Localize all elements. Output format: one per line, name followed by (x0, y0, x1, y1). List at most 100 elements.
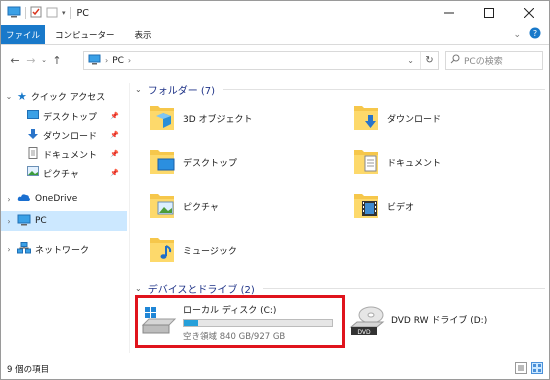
chevron-right-icon[interactable]: › (105, 56, 108, 65)
details-view-icon[interactable] (515, 362, 527, 377)
nav-onedrive[interactable]: › OneDrive (1, 189, 127, 209)
folder-label: デスクトップ (183, 159, 238, 169)
nav-label: ダウンロード (43, 131, 98, 142)
desktop-folder-icon (149, 147, 175, 178)
new-folder-icon[interactable] (46, 6, 58, 21)
search-placeholder: PCの検索 (464, 57, 503, 67)
dvd-drive-icon: DVD (349, 305, 385, 340)
drive-d[interactable]: DVD DVD RW ドライブ (D:) (349, 305, 487, 340)
expand-ribbon-icon[interactable]: ⌄ (513, 30, 521, 40)
maximize-button[interactable] (469, 1, 509, 25)
navigation-bar: ← → ⌄ ↑ › PC › ⌄ ↻ PCの検索 (1, 46, 549, 74)
nav-item-documents[interactable]: ドキュメント 📌 (1, 144, 127, 164)
folder-pictures[interactable]: ピクチャ (149, 191, 219, 222)
folder-label: ミュージック (183, 247, 237, 257)
chevron-down-icon: ⌄ (41, 56, 47, 64)
recent-locations-button[interactable]: ⌄ (39, 56, 49, 64)
folder-videos[interactable]: ビデオ (353, 191, 414, 222)
folder-3d-objects[interactable]: 3D オブジェクト (149, 103, 253, 134)
navigation-pane: ⌄ ★ クイック アクセス デスクトップ 📌 ダウンロード 📌 ドキュメント 📌… (1, 83, 129, 355)
folder-desktop[interactable]: デスクトップ (149, 147, 237, 178)
nav-label: ネットワーク (35, 245, 90, 256)
folder-label: 3D オブジェクト (183, 115, 253, 125)
computer-icon (7, 6, 21, 21)
up-button[interactable]: ↑ (49, 54, 65, 67)
help-icon[interactable]: ? (529, 27, 541, 42)
videos-folder-icon (353, 191, 379, 222)
folder-documents[interactable]: ドキュメント (353, 147, 441, 178)
pin-icon[interactable]: 📌 (110, 112, 119, 120)
folder-label: ピクチャ (183, 203, 219, 213)
address-bar[interactable]: › PC › ⌄ ↻ (83, 51, 439, 70)
pin-icon[interactable]: 📌 (110, 150, 119, 158)
separator (69, 7, 71, 19)
computer-icon (88, 54, 101, 68)
collapsed-chevron-icon[interactable]: › (1, 217, 17, 226)
item-count: 9 個の項目 (7, 365, 50, 375)
close-button[interactable] (509, 1, 549, 25)
pin-icon[interactable]: 📌 (110, 169, 119, 177)
drive-name: DVD RW ドライブ (D:) (391, 316, 488, 326)
forward-button[interactable]: → (23, 54, 39, 67)
tab-computer[interactable]: コンピューター (45, 25, 125, 44)
group-header-folders[interactable]: ⌄ フォルダー (7) (135, 82, 545, 97)
collapsed-chevron-icon[interactable]: › (1, 245, 17, 254)
document-icon (27, 146, 39, 162)
nav-label: クイック アクセス (30, 92, 106, 103)
tab-file[interactable]: ファイル (1, 25, 45, 44)
folder-label: ビデオ (387, 203, 415, 213)
pictures-icon (27, 166, 39, 180)
expanded-chevron-icon[interactable]: ⌄ (1, 92, 17, 101)
collapsed-chevron-icon[interactable]: › (1, 195, 17, 204)
nav-quick-access[interactable]: ⌄ ★ クイック アクセス (1, 86, 127, 106)
up-arrow-icon: ↑ (52, 53, 62, 67)
refresh-button[interactable]: ↻ (420, 52, 438, 69)
address-dropdown-icon[interactable]: ⌄ (407, 56, 414, 65)
highlight-box (135, 295, 345, 348)
folder-label: ダウンロード (387, 115, 442, 125)
ribbon-tabs: ファイル コンピューター 表示 ⌄ ? (1, 25, 549, 45)
pictures-folder-icon (149, 191, 175, 222)
refresh-icon: ↻ (425, 55, 434, 66)
chevron-right-icon[interactable]: › (128, 56, 131, 65)
breadcrumb-pc[interactable]: PC (112, 56, 124, 66)
back-button[interactable]: ← (7, 54, 23, 67)
nav-label: ドキュメント (43, 150, 98, 161)
3d-objects-folder-icon (149, 103, 175, 134)
expanded-chevron-icon[interactable]: ⌄ (135, 85, 142, 94)
folder-music[interactable]: ミュージック (149, 235, 237, 266)
nav-pc[interactable]: › PC (1, 211, 127, 231)
nav-label: OneDrive (35, 194, 78, 204)
window-controls (429, 1, 549, 25)
nav-item-desktop[interactable]: デスクトップ 📌 (1, 106, 127, 126)
downloads-folder-icon (353, 103, 379, 134)
status-bar: 9 個の項目 (1, 359, 549, 379)
file-explorer-window: ▾ PC ファイル コンピューター 表示 ⌄ ? ← → ⌄ ↑ › PC › … (0, 0, 550, 380)
tab-view[interactable]: 表示 (125, 25, 162, 44)
separator (25, 7, 26, 19)
minimize-button[interactable] (429, 1, 469, 25)
group-title: フォルダー (7) (147, 86, 216, 97)
nav-item-downloads[interactable]: ダウンロード 📌 (1, 125, 127, 145)
desktop-icon (27, 109, 39, 123)
group-title: デバイスとドライブ (2) (147, 285, 255, 296)
folder-downloads[interactable]: ダウンロード (353, 103, 441, 134)
divider (223, 89, 545, 90)
properties-icon[interactable] (30, 6, 42, 21)
cloud-icon (17, 193, 31, 205)
group-header-devices[interactable]: ⌄ デバイスとドライブ (2) (135, 281, 545, 296)
nav-item-pictures[interactable]: ピクチャ 📌 (1, 163, 127, 183)
nav-network[interactable]: › ネットワーク (1, 239, 127, 259)
view-switcher (515, 362, 543, 377)
pin-icon[interactable]: 📌 (110, 131, 119, 139)
expanded-chevron-icon[interactable]: ⌄ (135, 284, 142, 293)
forward-arrow-icon: → (26, 53, 36, 67)
folder-label: ドキュメント (387, 159, 442, 169)
pane-divider[interactable] (129, 83, 130, 353)
documents-folder-icon (353, 147, 379, 178)
search-icon (450, 54, 460, 67)
customize-toolbar-icon[interactable]: ▾ (62, 9, 66, 17)
search-box[interactable]: PCの検索 (445, 51, 543, 70)
large-icons-view-icon[interactable] (531, 362, 543, 377)
svg-text:DVD: DVD (357, 329, 371, 336)
